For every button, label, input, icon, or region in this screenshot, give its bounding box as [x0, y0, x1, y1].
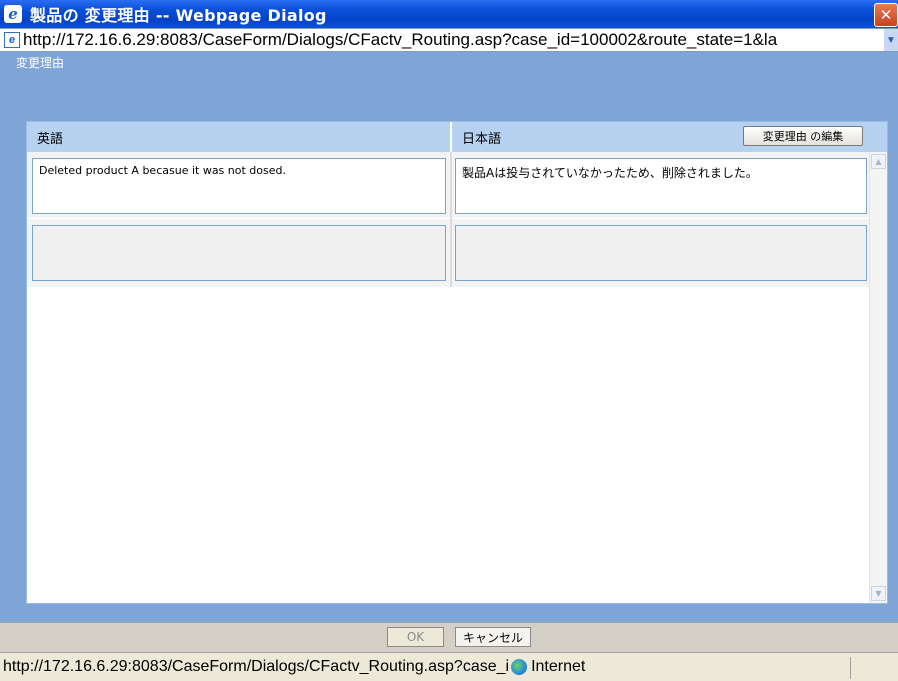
status-divider: [850, 657, 851, 679]
column-header-english: 英語: [27, 122, 450, 152]
column-divider: [450, 152, 452, 287]
english-reason-text: Deleted product A becasue it was not dos…: [39, 164, 286, 177]
dialog-title-bar[interactable]: e 製品の 変更理由 -- Webpage Dialog ✕: [0, 0, 898, 28]
ok-button[interactable]: OK: [387, 627, 444, 647]
edit-change-reason-button[interactable]: 変更理由 の編集: [743, 126, 863, 146]
page-icon: e: [4, 32, 20, 48]
address-url[interactable]: http://172.16.6.29:8083/CaseForm/Dialogs…: [23, 30, 777, 50]
ie-icon: e: [4, 5, 22, 23]
english-reason-field[interactable]: Deleted product A becasue it was not dos…: [32, 158, 446, 214]
status-url: http://172.16.6.29:8083/CaseForm/Dialogs…: [3, 658, 510, 675]
scroll-up-icon[interactable]: ▲: [871, 154, 886, 169]
japanese-reason-field[interactable]: [455, 225, 867, 281]
address-bar[interactable]: e http://172.16.6.29:8083/CaseForm/Dialo…: [0, 28, 898, 52]
dialog-button-bar: OK キャンセル: [0, 622, 898, 652]
column-header-english-label: 英語: [37, 131, 64, 147]
close-button[interactable]: ✕: [874, 3, 898, 27]
english-reason-field[interactable]: [32, 225, 446, 281]
status-bar: http://172.16.6.29:8083/CaseForm/Dialogs…: [0, 652, 898, 681]
dialog-title: 製品の 変更理由 -- Webpage Dialog: [30, 6, 327, 25]
page-header-label: 変更理由: [16, 55, 65, 70]
globe-icon: [511, 659, 528, 675]
japanese-reason-field[interactable]: 製品Aは投与されていなかったため、削除されました。: [455, 158, 867, 214]
security-zone: Internet: [531, 658, 586, 675]
scroll-down-icon[interactable]: ▼: [871, 586, 886, 601]
table-scrollbar[interactable]: ▲ ▼: [869, 152, 887, 603]
chevron-down-icon[interactable]: ▼: [884, 29, 898, 51]
change-reason-table: 英語 日本語 変更理由 の編集 Deleted product A becasu…: [26, 121, 888, 604]
cancel-button[interactable]: キャンセル: [455, 627, 531, 647]
column-header-japanese-label: 日本語: [462, 131, 502, 147]
japanese-reason-text: 製品Aは投与されていなかったため、削除されました。: [462, 166, 758, 180]
page-header: 変更理由: [0, 52, 898, 72]
